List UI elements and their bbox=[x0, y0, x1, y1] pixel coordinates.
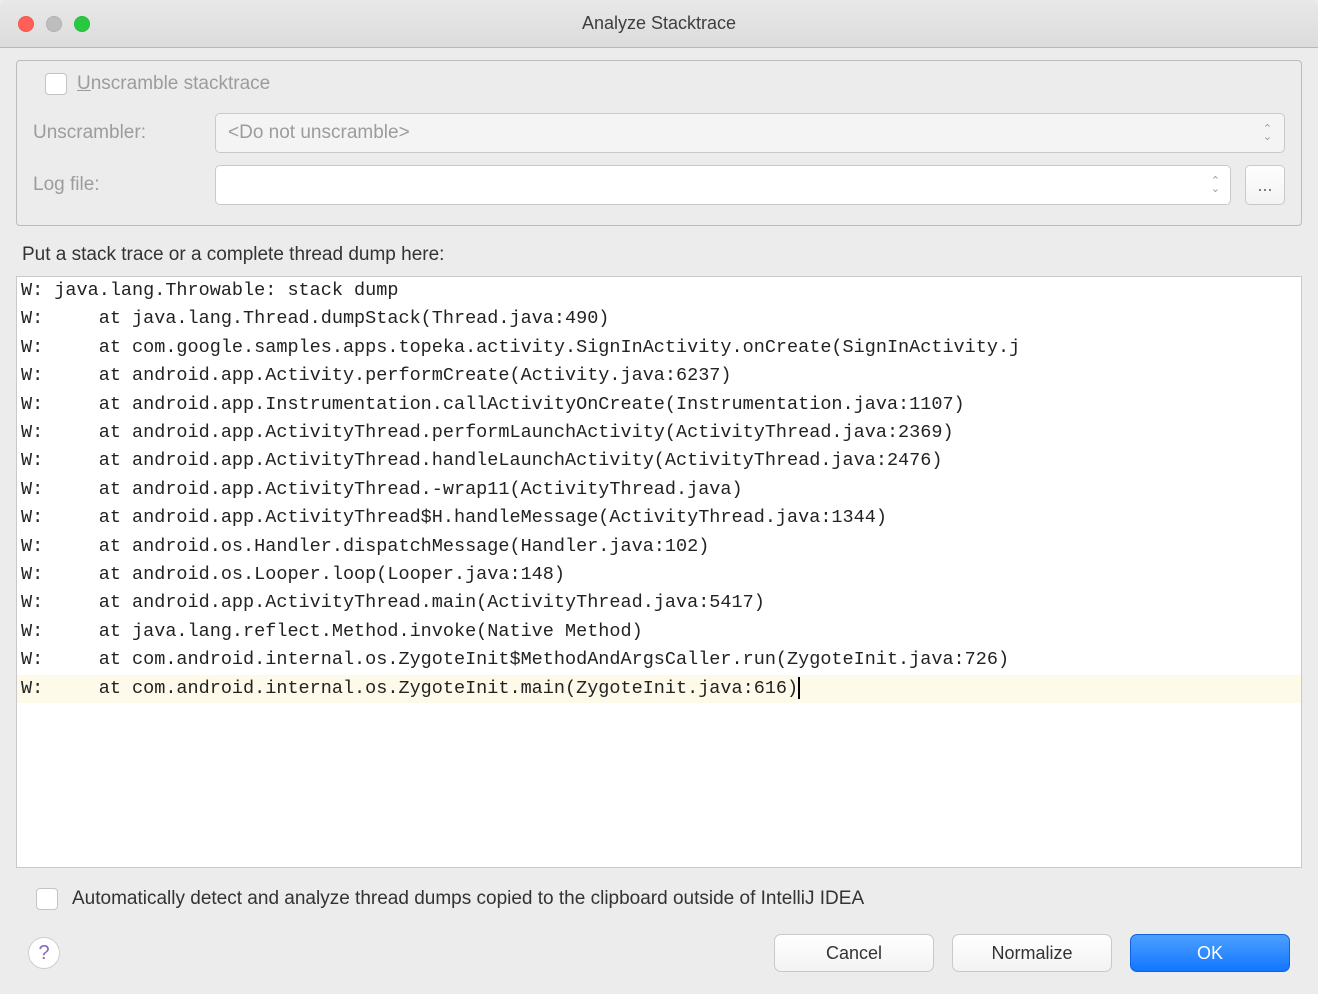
help-button[interactable]: ? bbox=[28, 937, 60, 969]
stacktrace-line[interactable]: W: at android.app.ActivityThread.-wrap11… bbox=[17, 476, 1301, 504]
ellipsis-icon: ... bbox=[1257, 175, 1272, 196]
stacktrace-line[interactable]: W: at com.android.internal.os.ZygoteInit… bbox=[17, 675, 1301, 703]
help-icon: ? bbox=[38, 942, 49, 965]
stacktrace-line[interactable]: W: at android.app.ActivityThread.perform… bbox=[17, 419, 1301, 447]
normalize-button[interactable]: Normalize bbox=[952, 934, 1112, 972]
minimize-window-icon bbox=[46, 16, 62, 32]
text-cursor bbox=[798, 677, 800, 699]
stacktrace-line[interactable]: W: at android.app.Activity.performCreate… bbox=[17, 362, 1301, 390]
unscramble-checkbox-label: Unscramble stacktrace bbox=[77, 73, 270, 95]
dropdown-stepper-icon: ⌃⌄ bbox=[1263, 125, 1272, 141]
dialog-body: Unscramble stacktrace Unscrambler: <Do n… bbox=[0, 48, 1318, 994]
autodetect-label: Automatically detect and analyze thread … bbox=[72, 888, 864, 910]
cancel-button[interactable]: Cancel bbox=[774, 934, 934, 972]
unscrambler-value: <Do not unscramble> bbox=[228, 122, 410, 144]
logfile-input[interactable]: ⌃⌄ bbox=[215, 165, 1231, 205]
titlebar: Analyze Stacktrace bbox=[0, 0, 1318, 48]
stacktrace-line[interactable]: W: at java.lang.Thread.dumpStack(Thread.… bbox=[17, 305, 1301, 333]
stacktrace-line[interactable]: W: at com.android.internal.os.ZygoteInit… bbox=[17, 646, 1301, 674]
stacktrace-line[interactable]: W: at android.app.ActivityThread.main(Ac… bbox=[17, 589, 1301, 617]
unscrambler-label: Unscrambler: bbox=[33, 122, 201, 144]
dialog-title: Analyze Stacktrace bbox=[0, 13, 1318, 34]
logfile-label: Log file: bbox=[33, 174, 201, 196]
autodetect-checkbox[interactable] bbox=[36, 888, 58, 910]
close-window-icon[interactable] bbox=[18, 16, 34, 32]
stacktrace-line[interactable]: W: java.lang.Throwable: stack dump bbox=[17, 277, 1301, 305]
stacktrace-line[interactable]: W: at com.google.samples.apps.topeka.act… bbox=[17, 334, 1301, 362]
dropdown-stepper-icon: ⌃⌄ bbox=[1211, 177, 1220, 193]
ok-label: OK bbox=[1197, 943, 1223, 964]
cancel-label: Cancel bbox=[826, 943, 882, 964]
normalize-label: Normalize bbox=[991, 943, 1072, 964]
stacktrace-line[interactable]: W: at java.lang.reflect.Method.invoke(Na… bbox=[17, 618, 1301, 646]
options-panel: Unscramble stacktrace Unscrambler: <Do n… bbox=[16, 60, 1302, 226]
stacktrace-line[interactable]: W: at android.app.Instrumentation.callAc… bbox=[17, 391, 1301, 419]
maximize-window-icon[interactable] bbox=[74, 16, 90, 32]
stacktrace-line[interactable]: W: at android.os.Looper.loop(Looper.java… bbox=[17, 561, 1301, 589]
ok-button[interactable]: OK bbox=[1130, 934, 1290, 972]
unscramble-checkbox[interactable] bbox=[45, 73, 67, 95]
unscrambler-select[interactable]: <Do not unscramble> ⌃⌄ bbox=[215, 113, 1285, 153]
browse-logfile-button[interactable]: ... bbox=[1245, 165, 1285, 205]
stacktrace-textarea[interactable]: W: java.lang.Throwable: stack dumpW: at … bbox=[16, 276, 1302, 868]
stacktrace-line[interactable]: W: at android.os.Handler.dispatchMessage… bbox=[17, 533, 1301, 561]
stacktrace-line[interactable]: W: at android.app.ActivityThread.handleL… bbox=[17, 447, 1301, 475]
instruction-label: Put a stack trace or a complete thread d… bbox=[16, 226, 1302, 276]
stacktrace-line[interactable]: W: at android.app.ActivityThread$H.handl… bbox=[17, 504, 1301, 532]
traffic-lights bbox=[0, 16, 90, 32]
